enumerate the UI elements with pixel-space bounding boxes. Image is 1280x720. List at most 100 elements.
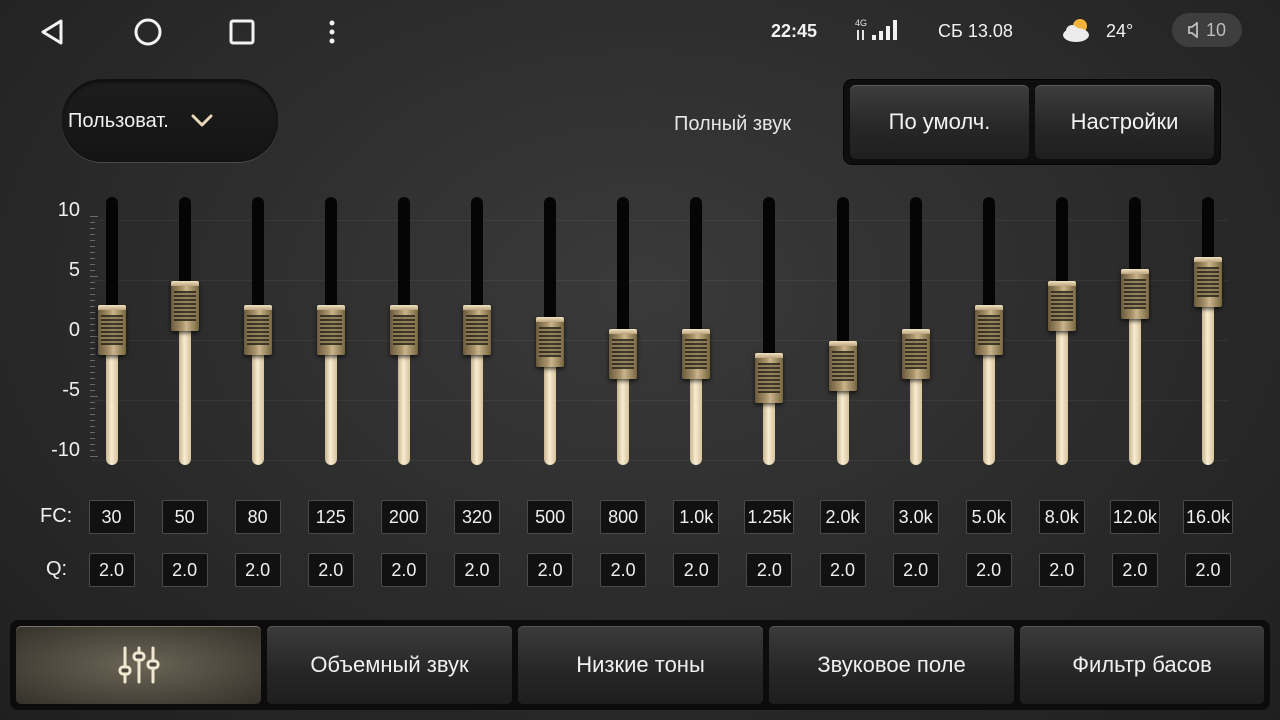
slider-knob[interactable] (1194, 257, 1222, 307)
y-axis-tick (90, 360, 95, 361)
slider-knob[interactable] (389, 305, 418, 355)
q-value-box[interactable]: 2.0 (892, 553, 939, 587)
fc-value-box[interactable]: 1.25k (744, 500, 795, 534)
eq-slider[interactable] (462, 197, 492, 465)
q-value-box[interactable]: 2.0 (1038, 553, 1085, 587)
eq-slider[interactable] (389, 197, 419, 465)
y-axis-tick (90, 444, 95, 445)
status-bar: 22:45 4G СБ 13.08 24° 10 (0, 0, 1280, 62)
settings-button[interactable]: Настройки (1035, 85, 1214, 159)
equalizer-icon (118, 646, 159, 684)
y-axis-tick (90, 354, 95, 355)
fc-value-box[interactable]: 500 (527, 500, 574, 534)
bottom-tab-bar: Объемный звук Низкие тоны Звуковое поле … (10, 620, 1270, 710)
slider-knob[interactable] (170, 281, 199, 331)
volume-indicator[interactable]: 10 (1172, 13, 1242, 47)
q-value-box[interactable]: 2.0 (819, 553, 866, 587)
slider-knob[interactable] (1047, 281, 1076, 331)
fc-value-box[interactable]: 2.0k (819, 500, 866, 534)
slider-knob[interactable] (243, 305, 272, 355)
fc-value-box[interactable]: 12.0k (1109, 500, 1160, 534)
tab-bass[interactable]: Низкие тоны (518, 626, 763, 704)
eq-slider[interactable] (608, 197, 638, 465)
y-axis-tick (90, 390, 95, 391)
slider-knob[interactable] (682, 329, 711, 379)
y-axis-tick (90, 408, 95, 409)
back-icon[interactable] (30, 10, 74, 54)
fc-value-box[interactable]: 125 (307, 500, 354, 534)
temperature: 24° (1106, 21, 1134, 41)
q-value-box[interactable]: 2.0 (965, 553, 1012, 587)
q-value-box[interactable]: 2.0 (454, 553, 500, 587)
fc-value-box[interactable]: 3.0k (892, 500, 939, 534)
tab-sound-field[interactable]: Звуковое поле (769, 626, 1014, 704)
fc-value-box[interactable]: 30 (88, 500, 135, 534)
eq-slider[interactable] (316, 197, 346, 465)
header-button-group: По умолч. Настройки (844, 80, 1220, 164)
slider-knob[interactable] (536, 317, 565, 367)
q-value-box[interactable]: 2.0 (380, 553, 427, 587)
slider-knob[interactable] (609, 329, 638, 379)
tab-surround[interactable]: Объемный звук (267, 626, 512, 704)
eq-slider[interactable] (170, 197, 200, 465)
home-icon[interactable] (126, 10, 170, 54)
eq-slider[interactable] (1047, 197, 1077, 465)
y-axis-tick (90, 264, 95, 265)
slider-knob[interactable] (463, 305, 491, 355)
slider-knob[interactable] (316, 305, 345, 355)
fc-value-box[interactable]: 200 (380, 500, 427, 534)
fc-value-box[interactable]: 5.0k (965, 500, 1012, 534)
y-axis-tick (90, 288, 95, 289)
weather-icon (1060, 16, 1094, 49)
tab-equalizer[interactable] (16, 626, 261, 704)
slider-knob[interactable] (1120, 269, 1149, 319)
q-value-box[interactable]: 2.0 (600, 553, 647, 587)
eq-slider[interactable] (243, 197, 273, 465)
q-value-box[interactable]: 2.0 (527, 553, 574, 587)
eq-slider[interactable] (901, 197, 931, 465)
q-value-box[interactable]: 2.0 (746, 553, 793, 587)
fc-value-box[interactable]: 16.0k (1183, 500, 1233, 534)
fc-value-box[interactable]: 320 (454, 500, 500, 534)
y-axis-tick (90, 402, 95, 403)
recents-icon[interactable] (220, 10, 264, 54)
default-button[interactable]: По умолч. (850, 85, 1029, 159)
y-axis-tick (90, 318, 95, 319)
y-axis-tick (90, 252, 95, 253)
full-sound-label: Полный звук (674, 113, 791, 135)
q-value-box[interactable]: 2.0 (673, 553, 720, 587)
eq-slider[interactable] (1193, 197, 1223, 465)
fc-value-box[interactable]: 80 (234, 500, 281, 534)
slider-knob[interactable] (974, 305, 1003, 355)
preset-dropdown[interactable]: Пользоват. (62, 80, 278, 162)
y-axis-tick (90, 420, 95, 421)
q-label: Q: (46, 558, 68, 580)
q-value-box[interactable]: 2.0 (1111, 553, 1158, 587)
tab-bass-filter[interactable]: Фильтр басов (1020, 626, 1264, 704)
slider-knob[interactable] (901, 329, 930, 379)
q-value-box[interactable]: 2.0 (234, 553, 281, 587)
eq-slider[interactable] (1120, 197, 1150, 465)
eq-slider[interactable] (974, 197, 1004, 465)
fc-value-box[interactable]: 800 (600, 500, 647, 534)
y-axis-tick (90, 438, 95, 439)
q-value-box[interactable]: 2.0 (88, 553, 135, 587)
eq-slider[interactable] (828, 197, 858, 465)
slider-fill (1202, 282, 1214, 465)
eq-slider[interactable] (97, 197, 127, 465)
fc-value-box[interactable]: 8.0k (1038, 500, 1085, 534)
eq-slider[interactable] (754, 197, 784, 465)
y-axis-tick (90, 312, 95, 313)
eq-slider[interactable] (535, 197, 565, 465)
slider-knob[interactable] (97, 305, 126, 355)
more-icon[interactable] (310, 10, 354, 54)
eq-slider[interactable] (681, 197, 711, 465)
q-value-box[interactable]: 2.0 (1185, 553, 1231, 587)
q-value-box[interactable]: 2.0 (307, 553, 354, 587)
y-axis-tick (90, 384, 95, 385)
fc-value-box[interactable]: 1.0k (673, 500, 720, 534)
slider-knob[interactable] (828, 341, 857, 391)
q-value-box[interactable]: 2.0 (161, 553, 208, 587)
fc-value-box[interactable]: 50 (161, 500, 208, 534)
slider-knob[interactable] (755, 353, 784, 403)
